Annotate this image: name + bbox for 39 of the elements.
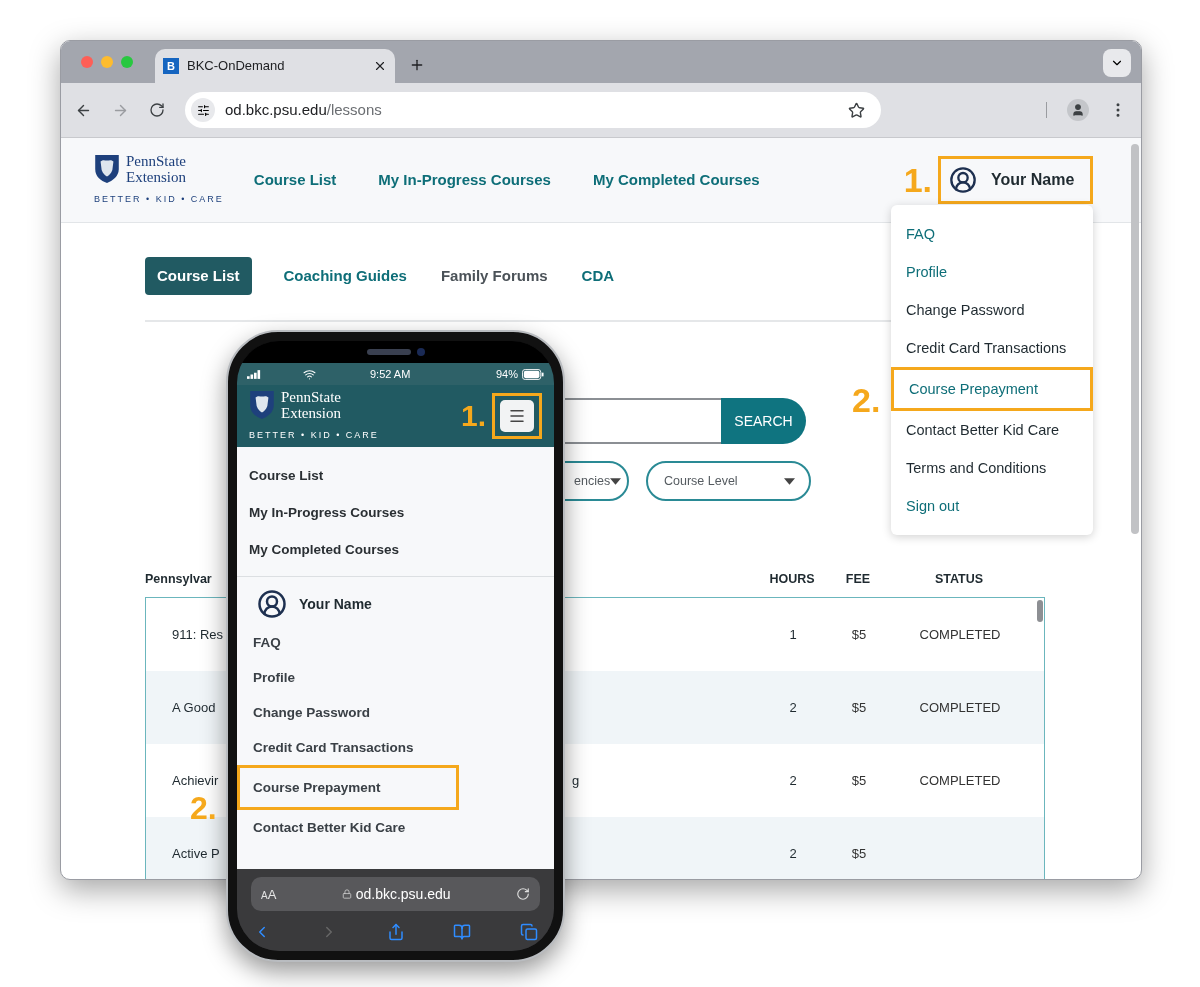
table-caption: Pennsylvar xyxy=(145,571,213,589)
course-title: 911: Res xyxy=(172,626,224,642)
hours-cell-text: 2 xyxy=(788,844,798,863)
status-cell: COMPLETED xyxy=(919,699,1001,715)
hours-cell-text: 2 xyxy=(788,771,798,790)
url-text: od.bkc.psu.edu xyxy=(355,884,451,904)
url-text: od.bkc.psu.edu/lessons xyxy=(225,99,383,120)
logo-wordmark: Extension xyxy=(281,405,341,422)
logo-wordmark: Extension xyxy=(126,169,186,186)
fee-cell-text: $5 xyxy=(850,771,868,790)
fee-cell-text: $5 xyxy=(850,625,868,644)
step-number: 2. xyxy=(852,383,881,417)
fee-cell-text: $5 xyxy=(850,844,868,863)
logo-tagline: BETTER • KID • CARE xyxy=(94,193,224,207)
status-cell: COMPLETED xyxy=(919,626,1001,642)
course-title: Active P xyxy=(172,845,220,861)
hours-cell-text: 2 xyxy=(788,698,798,717)
user-name: Your Name xyxy=(299,594,372,614)
column-header: HOURS xyxy=(768,571,816,589)
hours-cell-text: 1 xyxy=(788,625,798,644)
tab-favicon: B xyxy=(163,58,179,74)
column-header: FEE xyxy=(844,571,872,589)
tab-title: BKC-OnDemand xyxy=(187,57,286,76)
step-number: 2. xyxy=(190,792,217,824)
step-number: 1. xyxy=(460,401,486,431)
status-cell: COMPLETED xyxy=(919,772,1001,788)
logo-wordmark: PennState xyxy=(126,153,186,170)
battery-percent: 94% xyxy=(495,366,518,382)
course-title: A Good xyxy=(172,699,216,715)
filter-label: Course Level xyxy=(664,472,739,490)
course-title: g xyxy=(572,772,580,788)
course-title: Achievir xyxy=(172,772,219,788)
column-header: STATUS xyxy=(933,571,985,589)
clock-time: 9:52 AM xyxy=(370,366,411,382)
step-number: 1. xyxy=(903,163,932,197)
fee-cell-text: $5 xyxy=(850,698,868,717)
logo-tagline: BETTER • KID • CARE xyxy=(249,429,379,443)
filter-label: encies xyxy=(574,472,611,490)
logo-wordmark: PennState xyxy=(281,389,341,406)
